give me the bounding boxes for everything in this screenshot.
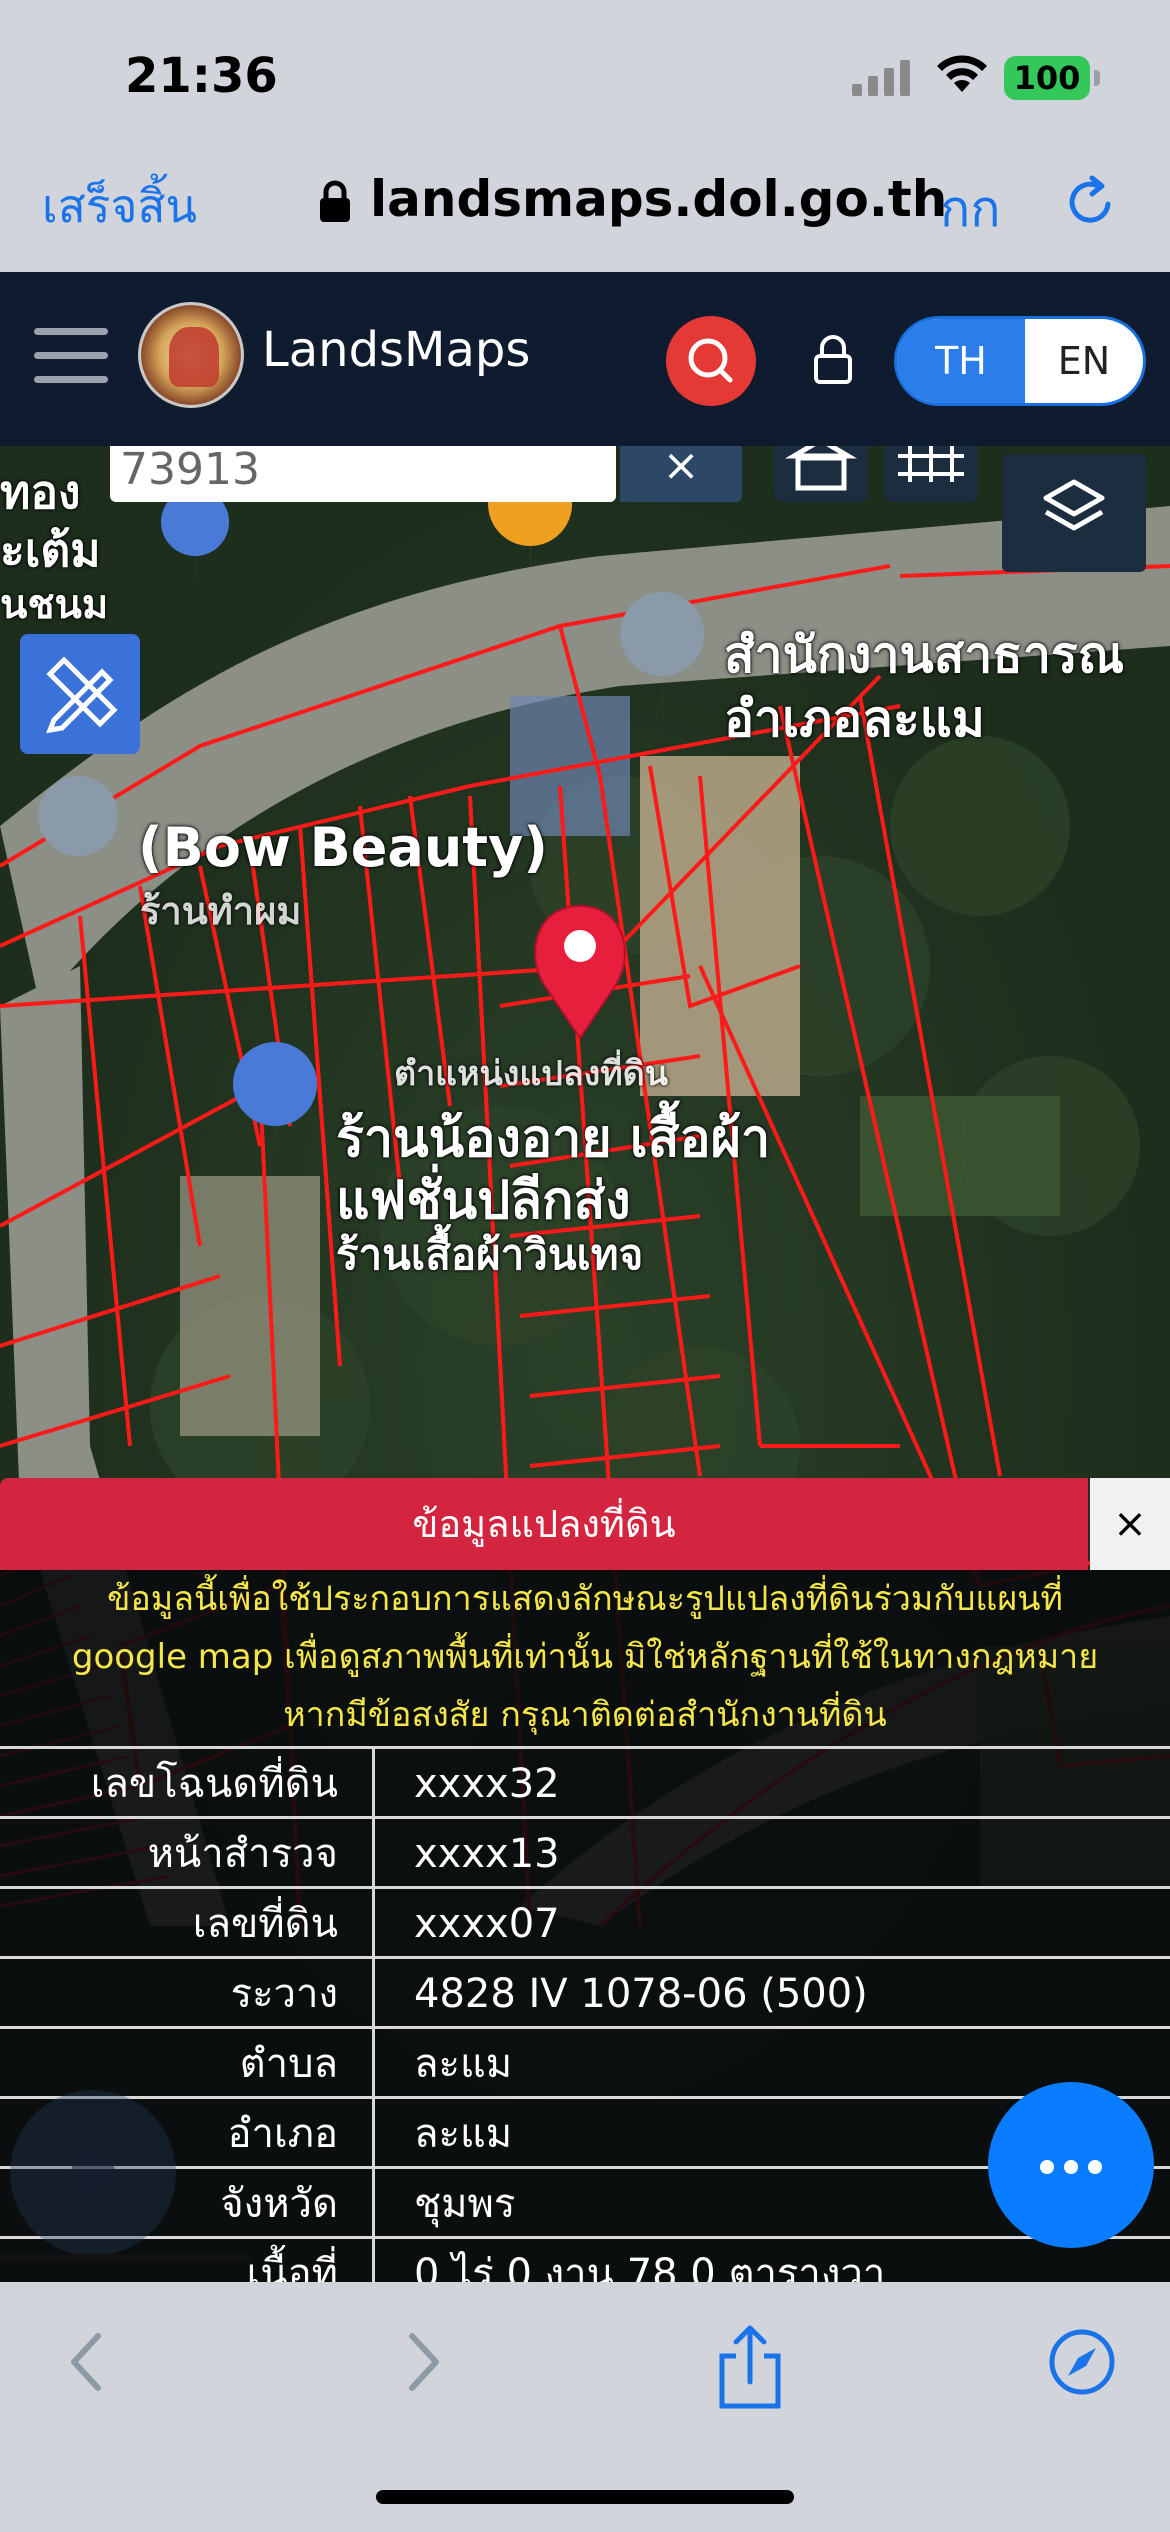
- row-value: 0 ไร่ 0 งาน 78.0 ตารางวา: [414, 2251, 886, 2282]
- home-indicator: [376, 2490, 794, 2504]
- row-value: xxxx13: [414, 1831, 560, 1877]
- row-value: xxxx32: [414, 1761, 560, 1807]
- building-tool-button[interactable]: [774, 446, 868, 502]
- more-options-button[interactable]: [988, 2082, 1154, 2248]
- disclaimer-text: ข้อมูลนี้เพื่อใช้ประกอบการแสดงลักษณะรูปแ…: [0, 1570, 1170, 1746]
- panel-close-button[interactable]: ×: [1090, 1478, 1170, 1570]
- info-icon: [71, 2151, 115, 2195]
- table-row: ระวาง 4828 IV 1078-06 (500): [0, 1956, 1170, 2026]
- row-value: ละแม: [414, 2041, 513, 2087]
- layers-icon: [1043, 479, 1105, 531]
- menu-icon[interactable]: [34, 328, 108, 388]
- row-key: ระวาง: [0, 1959, 375, 2026]
- back-arrow-icon: [0, 2254, 250, 2262]
- search-button[interactable]: [666, 316, 756, 406]
- parcel-position-label: ตำแหน่งแปลงที่ดิน: [394, 1054, 669, 1094]
- lang-th-button[interactable]: TH: [897, 319, 1025, 403]
- row-value: ชุมพร: [414, 2181, 516, 2227]
- map-label-office-2: อำเภอละแม: [724, 690, 985, 748]
- reload-icon[interactable]: [1062, 174, 1118, 230]
- parcel-search-input[interactable]: 73913: [110, 446, 616, 502]
- lock-icon: [320, 180, 350, 222]
- map-label-bow-sub: ร้านทำผม: [140, 889, 302, 933]
- info-button[interactable]: [10, 2090, 176, 2256]
- row-value: 4828 IV 1078-06 (500): [414, 1971, 868, 2017]
- lang-en-button[interactable]: EN: [1025, 319, 1143, 403]
- app-brand: LandsMaps: [262, 322, 531, 378]
- row-key: เลขโฉนดที่ดิน: [0, 1749, 375, 1816]
- status-bar: 21:36 100: [0, 0, 1170, 150]
- disclaimer-line: หากมีข้อสงสัย กรุณาติดต่อสำนักงานที่ดิน: [283, 1695, 887, 1735]
- browser-url-bar: เสร็จสิ้น landsmaps.dol.go.th กก: [0, 150, 1170, 272]
- search-clear-button[interactable]: ×: [620, 446, 742, 502]
- ruler-pencil-icon: [46, 656, 118, 734]
- layers-button[interactable]: [1002, 454, 1146, 572]
- text-size-button[interactable]: กก: [940, 170, 1001, 249]
- table-row: เลขโฉนดที่ดิน xxxx32: [0, 1746, 1170, 1816]
- row-key: หน้าสำรวจ: [0, 1819, 375, 1886]
- url-text[interactable]: landsmaps.dol.go.th: [370, 170, 947, 228]
- battery-tip: [1094, 70, 1100, 86]
- app-header: LandsMaps TH EN: [0, 272, 1170, 446]
- status-time: 21:36: [125, 48, 278, 104]
- row-key: เลขที่ดิน: [0, 1889, 375, 1956]
- compass-icon[interactable]: [1044, 2322, 1120, 2402]
- table-row: เลขที่ดิน xxxx07: [0, 1886, 1170, 1956]
- done-button[interactable]: เสร็จสิ้น: [42, 170, 197, 243]
- login-lock-icon[interactable]: [808, 332, 858, 388]
- back-icon[interactable]: [62, 2322, 112, 2402]
- row-value: xxxx07: [414, 1901, 560, 1947]
- table-row: หน้าสำรวจ xxxx13: [0, 1816, 1170, 1886]
- forward-icon[interactable]: [398, 2322, 448, 2402]
- language-toggle: TH EN: [894, 316, 1146, 406]
- search-icon: [688, 338, 733, 383]
- building-icon: [784, 446, 858, 491]
- share-icon[interactable]: [712, 2322, 788, 2412]
- row-value: ละแม: [414, 2111, 513, 2157]
- table-row: ตำบล ละแม: [0, 2026, 1170, 2096]
- grid-tool-button[interactable]: [884, 446, 978, 502]
- grid-icon: [898, 446, 964, 482]
- measure-tool-button[interactable]: [20, 634, 140, 754]
- map-label-bow-beauty: (Bow Beauty): [138, 816, 548, 879]
- map-label-top-left-3: นชนม: [0, 582, 109, 628]
- row-key: ตำบล: [0, 2029, 375, 2096]
- cellular-signal-icon: [852, 60, 910, 96]
- parcel-info-title: ข้อมูลแปลงที่ดิน: [0, 1478, 1088, 1570]
- disclaimer-line: ข้อมูลนี้เพื่อใช้ประกอบการแสดงลักษณะรูปแ…: [107, 1579, 1063, 1619]
- disclaimer-line: google map เพื่อดูสภาพพื้นที่เท่านั้น มิ…: [71, 1637, 1099, 1677]
- wifi-icon: [937, 55, 987, 92]
- app-logo: [138, 302, 244, 408]
- map-label-shop-3: ร้านเสื้อผ้าวินเทจ: [336, 1230, 644, 1279]
- battery-indicator: 100: [1004, 56, 1090, 100]
